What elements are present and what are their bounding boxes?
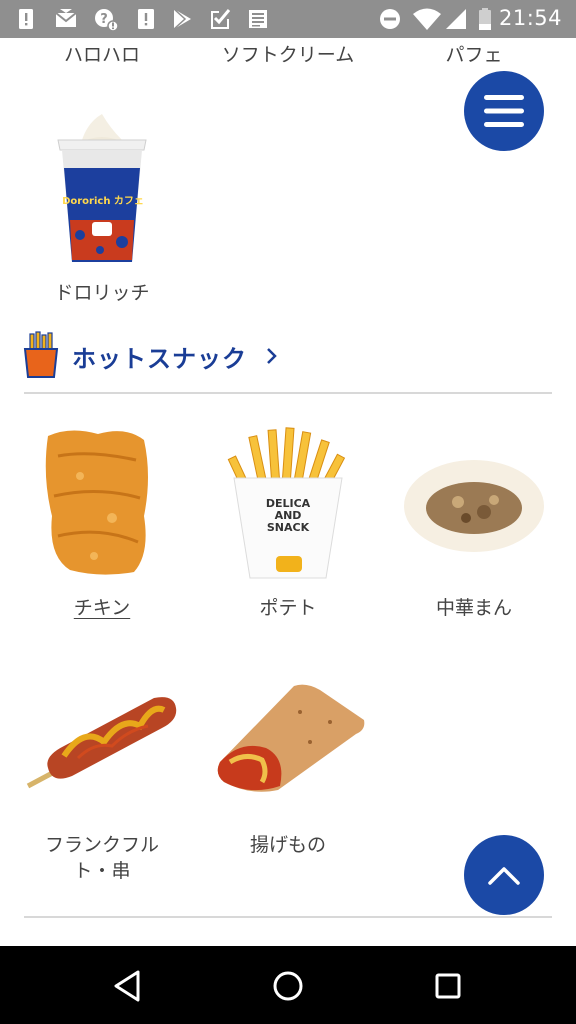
wifi-icon	[413, 8, 441, 30]
scroll-top-button[interactable]	[464, 835, 544, 915]
alert-icon	[138, 9, 154, 29]
dororich-image	[57, 114, 147, 262]
play-store-icon	[173, 8, 191, 30]
back-icon[interactable]	[108, 966, 148, 1006]
frankfurt-image	[26, 697, 177, 789]
menu-button[interactable]	[464, 71, 544, 151]
section-divider	[24, 392, 552, 394]
fries-icon	[23, 331, 59, 378]
agemono-image	[217, 684, 365, 792]
checklist-icon	[211, 9, 231, 29]
potato-item[interactable]: DELICA AND SNACK	[226, 426, 350, 582]
home-icon[interactable]	[268, 966, 308, 1006]
status-bar: ? 21:54	[0, 0, 576, 38]
svg-text:?: ?	[100, 12, 108, 27]
battery-icon	[479, 8, 491, 30]
news-icon	[249, 10, 267, 28]
hot-snack-section-link[interactable]: ホットスナック	[22, 331, 542, 381]
navigation-bar	[0, 946, 576, 1024]
alert-badge-icon: ?	[95, 9, 118, 31]
agemono-item[interactable]	[210, 682, 366, 796]
chicken-item[interactable]	[40, 426, 156, 578]
bottom-divider	[24, 916, 552, 918]
page-content[interactable]: ハロハロ ソフトクリーム パフェ Dororich カフェ ドロリッチ ホットス…	[0, 38, 576, 946]
potato-image-text: DELICA AND SNACK	[265, 497, 311, 534]
chicken-label[interactable]: チキン	[12, 595, 192, 621]
dnd-icon	[380, 9, 400, 29]
agemono-label[interactable]: 揚げもの	[198, 832, 378, 858]
mail-icon	[55, 9, 77, 27]
chukaman-label[interactable]: 中華まん	[384, 595, 564, 621]
dororich-label[interactable]: ドロリッチ	[12, 280, 192, 306]
category-haro-haro[interactable]: ハロハロ	[12, 42, 192, 68]
dororich-item[interactable]: Dororich カフェ	[40, 110, 164, 270]
category-soft-cream[interactable]: ソフトクリーム	[198, 42, 378, 68]
category-parfait[interactable]: パフェ	[384, 42, 564, 68]
frankfurt-item[interactable]	[24, 686, 180, 790]
recents-icon[interactable]	[428, 966, 468, 1006]
dororich-image-text: Dororich カフェ	[62, 196, 144, 207]
signal-icon	[446, 9, 466, 29]
chevron-right-icon	[267, 348, 277, 364]
alert-icon	[19, 9, 33, 29]
chukaman-item[interactable]	[402, 454, 546, 554]
menu-icon	[484, 95, 524, 127]
chicken-image	[45, 430, 148, 575]
frankfurt-label-line2[interactable]: ト・串	[12, 858, 192, 884]
potato-label[interactable]: ポテト	[198, 595, 378, 621]
chukaman-image	[404, 460, 544, 552]
status-time: 21:54	[498, 6, 562, 30]
section-title: ホットスナック	[72, 345, 247, 373]
chevron-up-icon	[488, 867, 520, 885]
frankfurt-label-line1[interactable]: フランクフル	[12, 832, 192, 858]
